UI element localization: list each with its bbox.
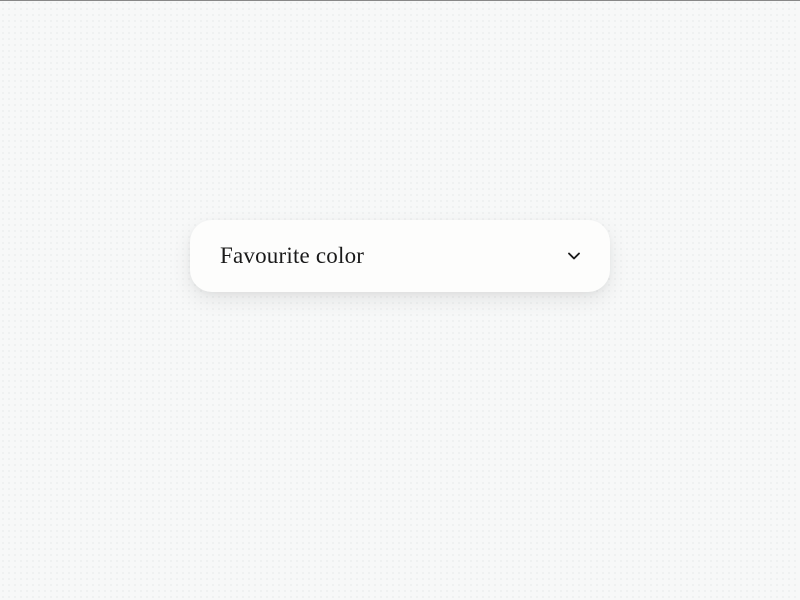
dropdown-container: Favourite color [190, 220, 610, 292]
chevron-down-icon [564, 246, 584, 266]
favourite-color-dropdown[interactable]: Favourite color [190, 220, 610, 292]
dropdown-label: Favourite color [220, 243, 364, 269]
